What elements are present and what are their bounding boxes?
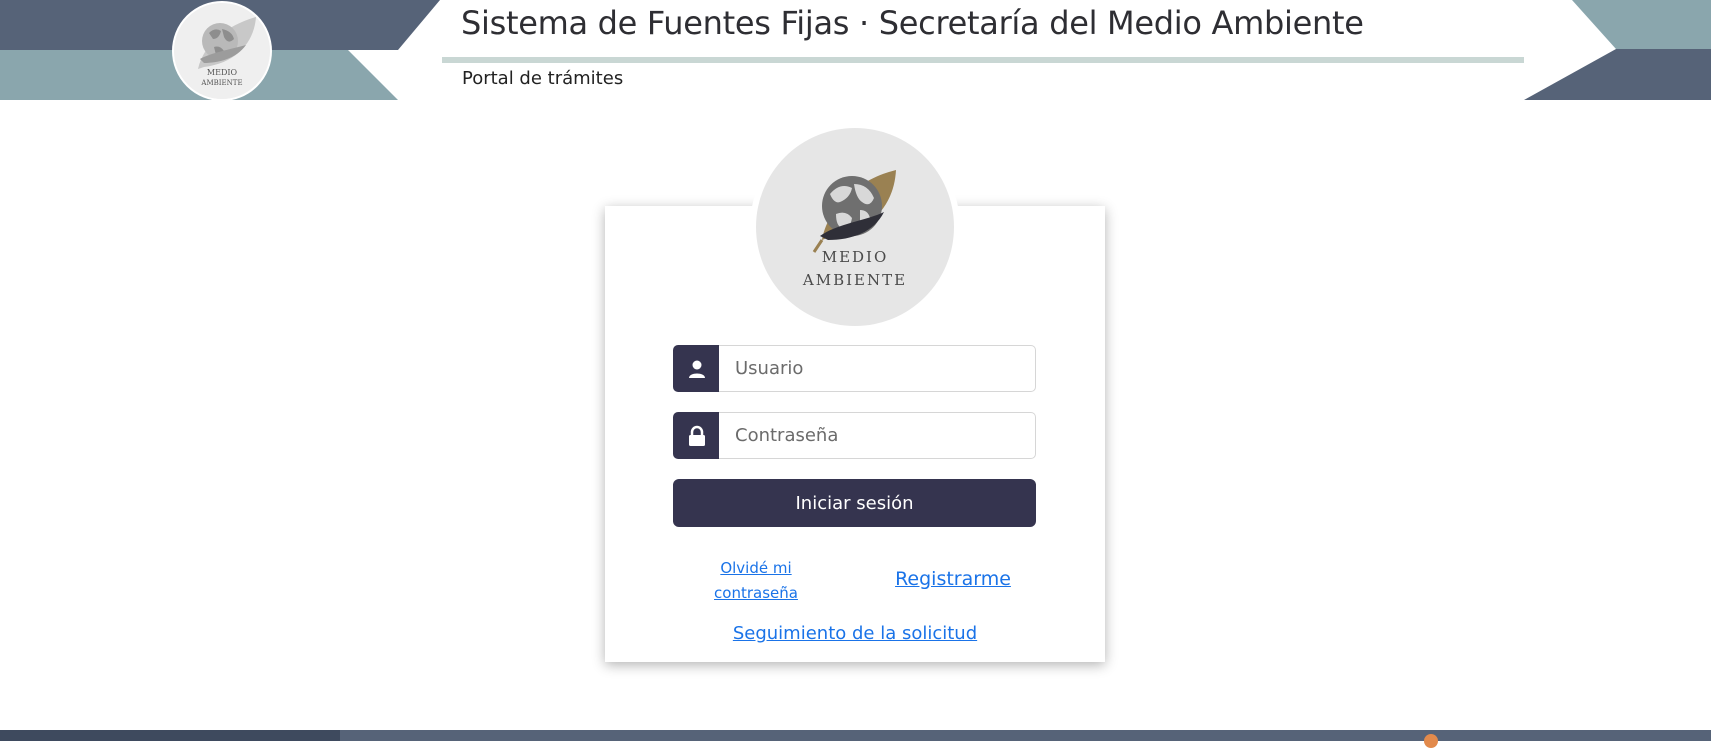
globe-leaf-icon: MEDIO AMBIENTE [174,3,270,99]
request-tracking-link[interactable]: Seguimiento de la solicitud [705,623,1005,644]
page-subtitle: Portal de trámites [462,68,624,89]
login-logo-line2: AMBIENTE [802,271,907,289]
lock-icon [673,412,720,459]
password-group [673,412,1036,459]
page-title: Sistema de Fuentes Fijas · Secretaría de… [461,4,1364,42]
login-button[interactable]: Iniciar sesión [673,479,1036,527]
forgot-password-link[interactable]: Olvidé mi contraseña [700,556,812,606]
login-logo: MEDIO AMBIENTE [750,122,960,332]
globe-leaf-icon: MEDIO AMBIENTE [802,170,907,289]
page-header: MEDIO AMBIENTE Sistema de Fuentes Fijas … [0,0,1711,101]
header-logo-line2: AMBIENTE [200,79,242,87]
login-logo-line1: MEDIO [822,248,889,266]
password-input[interactable] [719,412,1036,459]
footer-badge-icon [1424,734,1438,748]
login-logo-badge: MEDIO AMBIENTE [756,128,954,326]
header-divider [442,57,1524,63]
page-footer [0,730,1711,748]
footer-decoration [0,730,340,741]
username-input[interactable] [719,345,1036,392]
user-icon [673,345,720,392]
header-logo: MEDIO AMBIENTE [172,1,272,101]
username-group [673,345,1036,392]
header-logo-line1: MEDIO [207,68,238,77]
register-link[interactable]: Registrarme [890,568,1016,590]
